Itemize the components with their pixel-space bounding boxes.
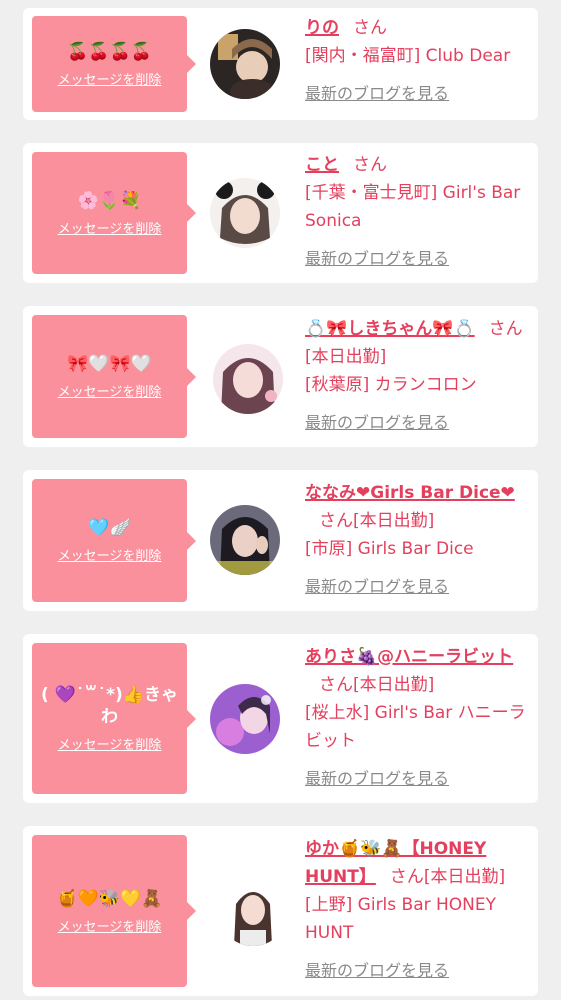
message-card: 🩵🪽 メッセージを削除 ななみ❤Girls Bar Dice❤ さん[本日出勤] … bbox=[23, 470, 538, 611]
cast-name-link[interactable]: こと bbox=[305, 155, 339, 175]
message-text: ( 💜˙꒳˙*)👍きゃわ bbox=[41, 685, 178, 727]
honorific: さん bbox=[353, 155, 387, 175]
cast-name-link[interactable]: りの bbox=[305, 18, 339, 38]
shop-info: [市原] Girls Bar Dice bbox=[305, 539, 474, 559]
attendance-status: [本日出勤] bbox=[353, 511, 435, 531]
cast-info: りの さん [関内・福富町] Club Dear 最新のブログを見る bbox=[305, 14, 533, 108]
message-text: 🩵🪽 bbox=[88, 518, 131, 538]
message-card: 🎀🤍🎀🤍 メッセージを削除 💍🎀しきちゃん🎀💍 さん [本日出勤] [秋葉原] カラ… bbox=[23, 306, 538, 447]
delete-message-link[interactable]: メッセージを削除 bbox=[58, 545, 162, 564]
avatar[interactable] bbox=[218, 876, 288, 946]
message-text: 🎀🤍🎀🤍 bbox=[67, 354, 152, 374]
latest-blog-link[interactable]: 最新のブログを見る bbox=[305, 961, 449, 980]
message-text: 🌸🌷💐 bbox=[77, 190, 142, 211]
message-bubble: 🩵🪽 メッセージを削除 bbox=[32, 479, 196, 602]
message-card: 🍒🍒🍒🍒 メッセージを削除 りの さん [関内・福富町] Club Dear 最新… bbox=[23, 8, 538, 120]
message-bubble: 🍯🧡🐝💛🧸 メッセージを削除 bbox=[32, 835, 196, 987]
message-card: 🌸🌷💐 メッセージを削除 こと さん [千葉・富士見町] Girl's Bar S… bbox=[23, 143, 538, 283]
message-bubble: 🌸🌷💐 メッセージを削除 bbox=[32, 152, 196, 274]
message-bubble: 🍒🍒🍒🍒 メッセージを削除 bbox=[32, 16, 196, 112]
cast-info: ありさ🍇@ハニーラビットさん[本日出勤] [桜上水] Girl's Bar ハニ… bbox=[305, 643, 533, 793]
cast-info: こと さん [千葉・富士見町] Girl's Bar Sonica 最新のブログを… bbox=[305, 151, 533, 273]
honorific: さん bbox=[319, 675, 353, 695]
avatar[interactable] bbox=[210, 684, 280, 754]
attendance-status: [本日出勤] bbox=[305, 347, 387, 367]
honorific: さん bbox=[389, 867, 424, 887]
cast-name-link[interactable]: ななみ❤Girls Bar Dice❤ bbox=[305, 483, 515, 503]
latest-blog-link[interactable]: 最新のブログを見る bbox=[305, 769, 449, 788]
cast-info: ゆか🍯🐝🧸【HONEY HUNT】 さん[本日出勤] [上野] Girls Bar… bbox=[305, 835, 533, 985]
avatar[interactable] bbox=[210, 29, 280, 99]
honorific: さん bbox=[319, 511, 353, 531]
delete-message-link[interactable]: メッセージを削除 bbox=[58, 734, 162, 753]
shop-info: [千葉・富士見町] Girl's Bar Sonica bbox=[305, 183, 521, 231]
message-text: 🍯🧡🐝💛🧸 bbox=[56, 888, 163, 909]
honorific: さん bbox=[488, 319, 523, 339]
shop-info: [桜上水] Girl's Bar ハニーラビット bbox=[305, 703, 526, 751]
avatar[interactable] bbox=[210, 178, 280, 248]
message-card: 🍯🧡🐝💛🧸 メッセージを削除 ゆか🍯🐝🧸【HONEY HUNT】 さん[本日出勤]… bbox=[23, 826, 538, 996]
cast-info: ななみ❤Girls Bar Dice❤ さん[本日出勤] [市原] Girls B… bbox=[305, 479, 533, 601]
cast-name-link[interactable]: ありさ🍇@ハニーラビット bbox=[305, 647, 513, 667]
shop-info: [秋葉原] カランコロン bbox=[305, 375, 477, 395]
message-bubble: 🎀🤍🎀🤍 メッセージを削除 bbox=[32, 315, 196, 438]
latest-blog-link[interactable]: 最新のブログを見る bbox=[305, 249, 449, 268]
message-card: ( 💜˙꒳˙*)👍きゃわ メッセージを削除 ありさ🍇@ハニーラビットさん[本日出… bbox=[23, 634, 538, 803]
delete-message-link[interactable]: メッセージを削除 bbox=[58, 218, 162, 237]
cast-info: 💍🎀しきちゃん🎀💍 さん [本日出勤] [秋葉原] カランコロン 最新のブログを見る bbox=[305, 315, 533, 437]
latest-blog-link[interactable]: 最新のブログを見る bbox=[305, 577, 449, 596]
avatar[interactable] bbox=[210, 505, 280, 575]
shop-info: [関内・福富町] Club Dear bbox=[305, 46, 511, 66]
attendance-status: [本日出勤] bbox=[423, 867, 506, 887]
cast-name-link[interactable]: 💍🎀しきちゃん🎀💍 bbox=[305, 319, 475, 339]
latest-blog-link[interactable]: 最新のブログを見る bbox=[305, 413, 449, 432]
latest-blog-link[interactable]: 最新のブログを見る bbox=[305, 84, 449, 103]
delete-message-link[interactable]: メッセージを削除 bbox=[58, 381, 162, 400]
delete-message-link[interactable]: メッセージを削除 bbox=[58, 916, 162, 935]
avatar[interactable] bbox=[213, 344, 283, 414]
message-bubble: ( 💜˙꒳˙*)👍きゃわ メッセージを削除 bbox=[32, 643, 196, 794]
attendance-status: [本日出勤] bbox=[353, 675, 435, 695]
delete-message-link[interactable]: メッセージを削除 bbox=[58, 69, 162, 88]
honorific: さん bbox=[353, 18, 387, 38]
message-text: 🍒🍒🍒🍒 bbox=[67, 41, 152, 62]
shop-info: [上野] Girls Bar HONEY HUNT bbox=[305, 895, 497, 943]
